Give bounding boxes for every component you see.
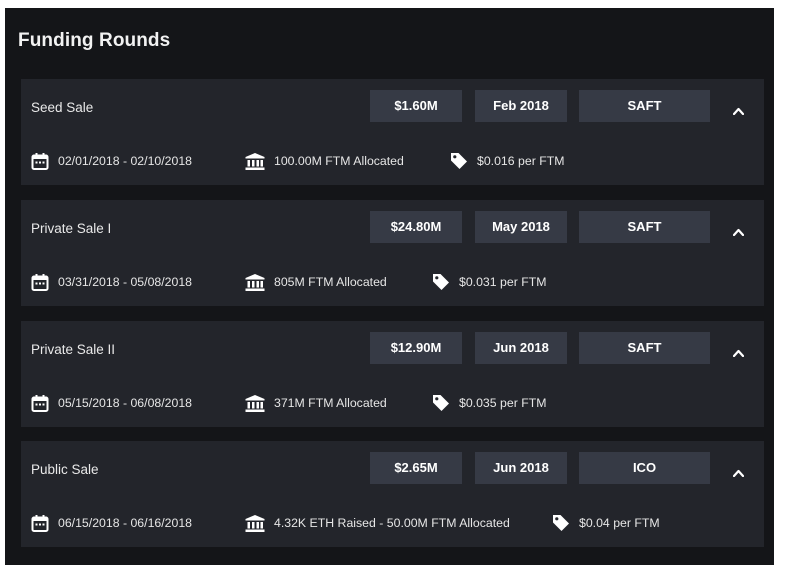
allocation-text: 4.32K ETH Raised - 50.00M FTM Allocated [274,516,510,530]
token-price-text: $0.04 per FTM [579,516,660,530]
amount-badge: $24.80M [370,211,462,243]
token-price-text: $0.035 per FTM [459,396,547,410]
allocation: 100.00M FTM Allocated [245,151,404,171]
allocation: 805M FTM Allocated [245,272,387,292]
price-tag-icon [451,153,467,169]
round-details: 05/15/2018 - 06/08/2018 371M FTM Allocat… [31,393,756,413]
sale-type-badge: ICO [579,452,710,484]
bank-icon [245,514,265,532]
sale-period: 06/15/2018 - 06/16/2018 [31,513,192,533]
sale-period-text: 06/15/2018 - 06/16/2018 [58,516,193,530]
date-badge: Feb 2018 [475,90,567,122]
sale-type-badge: SAFT [579,332,710,364]
allocation: 371M FTM Allocated [245,393,387,413]
token-price-text: $0.016 per FTM [477,154,565,168]
bank-icon [245,394,265,412]
collapse-toggle-button[interactable] [723,211,753,243]
date-badge: Jun 2018 [475,332,567,364]
token-price-text: $0.031 per FTM [459,275,547,289]
sale-period: 05/15/2018 - 06/08/2018 [31,393,192,413]
token-price: $0.04 per FTM [552,513,660,533]
token-price: $0.035 per FTM [432,393,546,413]
amount-badge: $2.65M [370,452,462,484]
funding-rounds-panel: Funding Rounds Seed Sale $1.60M Feb 2018… [5,8,774,565]
chevron-up-icon [732,349,744,357]
sale-period: 02/01/2018 - 02/10/2018 [31,151,192,171]
allocation-text: 100.00M FTM Allocated [274,154,404,168]
date-badge: Jun 2018 [475,452,567,484]
page-title: Funding Rounds [18,30,171,51]
sale-type-badge: SAFT [579,211,710,243]
sale-period-text: 02/01/2018 - 02/10/2018 [58,154,193,168]
calendar-icon [31,514,49,532]
round-name: Private Sale I [31,221,112,236]
sale-period: 03/31/2018 - 05/08/2018 [31,272,192,292]
funding-round-card: Public Sale $2.65M Jun 2018 ICO 06/15/20… [21,441,764,547]
chevron-up-icon [732,469,744,477]
collapse-toggle-button[interactable] [723,332,753,364]
round-name: Public Sale [31,462,99,477]
round-name: Seed Sale [31,100,94,115]
token-price: $0.031 per FTM [432,272,546,292]
chevron-up-icon [732,228,744,236]
allocation: 4.32K ETH Raised - 50.00M FTM Allocated [245,513,510,533]
chevron-up-icon [732,107,744,115]
amount-badge: $1.60M [370,90,462,122]
funding-round-card: Private Sale I $24.80M May 2018 SAFT 03/… [21,200,764,306]
price-tag-icon [553,515,569,531]
bank-icon [245,152,265,170]
round-name: Private Sale II [31,342,116,357]
sale-period-text: 05/15/2018 - 06/08/2018 [58,396,193,410]
sale-period-text: 03/31/2018 - 05/08/2018 [58,275,193,289]
price-tag-icon [433,274,449,290]
calendar-icon [31,394,49,412]
collapse-toggle-button[interactable] [723,90,753,122]
calendar-icon [31,273,49,291]
date-badge: May 2018 [475,211,567,243]
funding-round-card: Private Sale II $12.90M Jun 2018 SAFT 05… [21,321,764,427]
amount-badge: $12.90M [370,332,462,364]
calendar-icon [31,152,49,170]
allocation-text: 805M FTM Allocated [274,275,387,289]
bank-icon [245,273,265,291]
allocation-text: 371M FTM Allocated [274,396,387,410]
funding-round-card: Seed Sale $1.60M Feb 2018 SAFT 02/01/201… [21,79,764,185]
sale-type-badge: SAFT [579,90,710,122]
collapse-toggle-button[interactable] [723,452,753,484]
round-details: 02/01/2018 - 02/10/2018 100.00M FTM Allo… [31,151,756,171]
token-price: $0.016 per FTM [450,151,564,171]
price-tag-icon [433,395,449,411]
round-details: 03/31/2018 - 05/08/2018 805M FTM Allocat… [31,272,756,292]
round-details: 06/15/2018 - 06/16/2018 4.32K ETH Raised… [31,513,756,533]
